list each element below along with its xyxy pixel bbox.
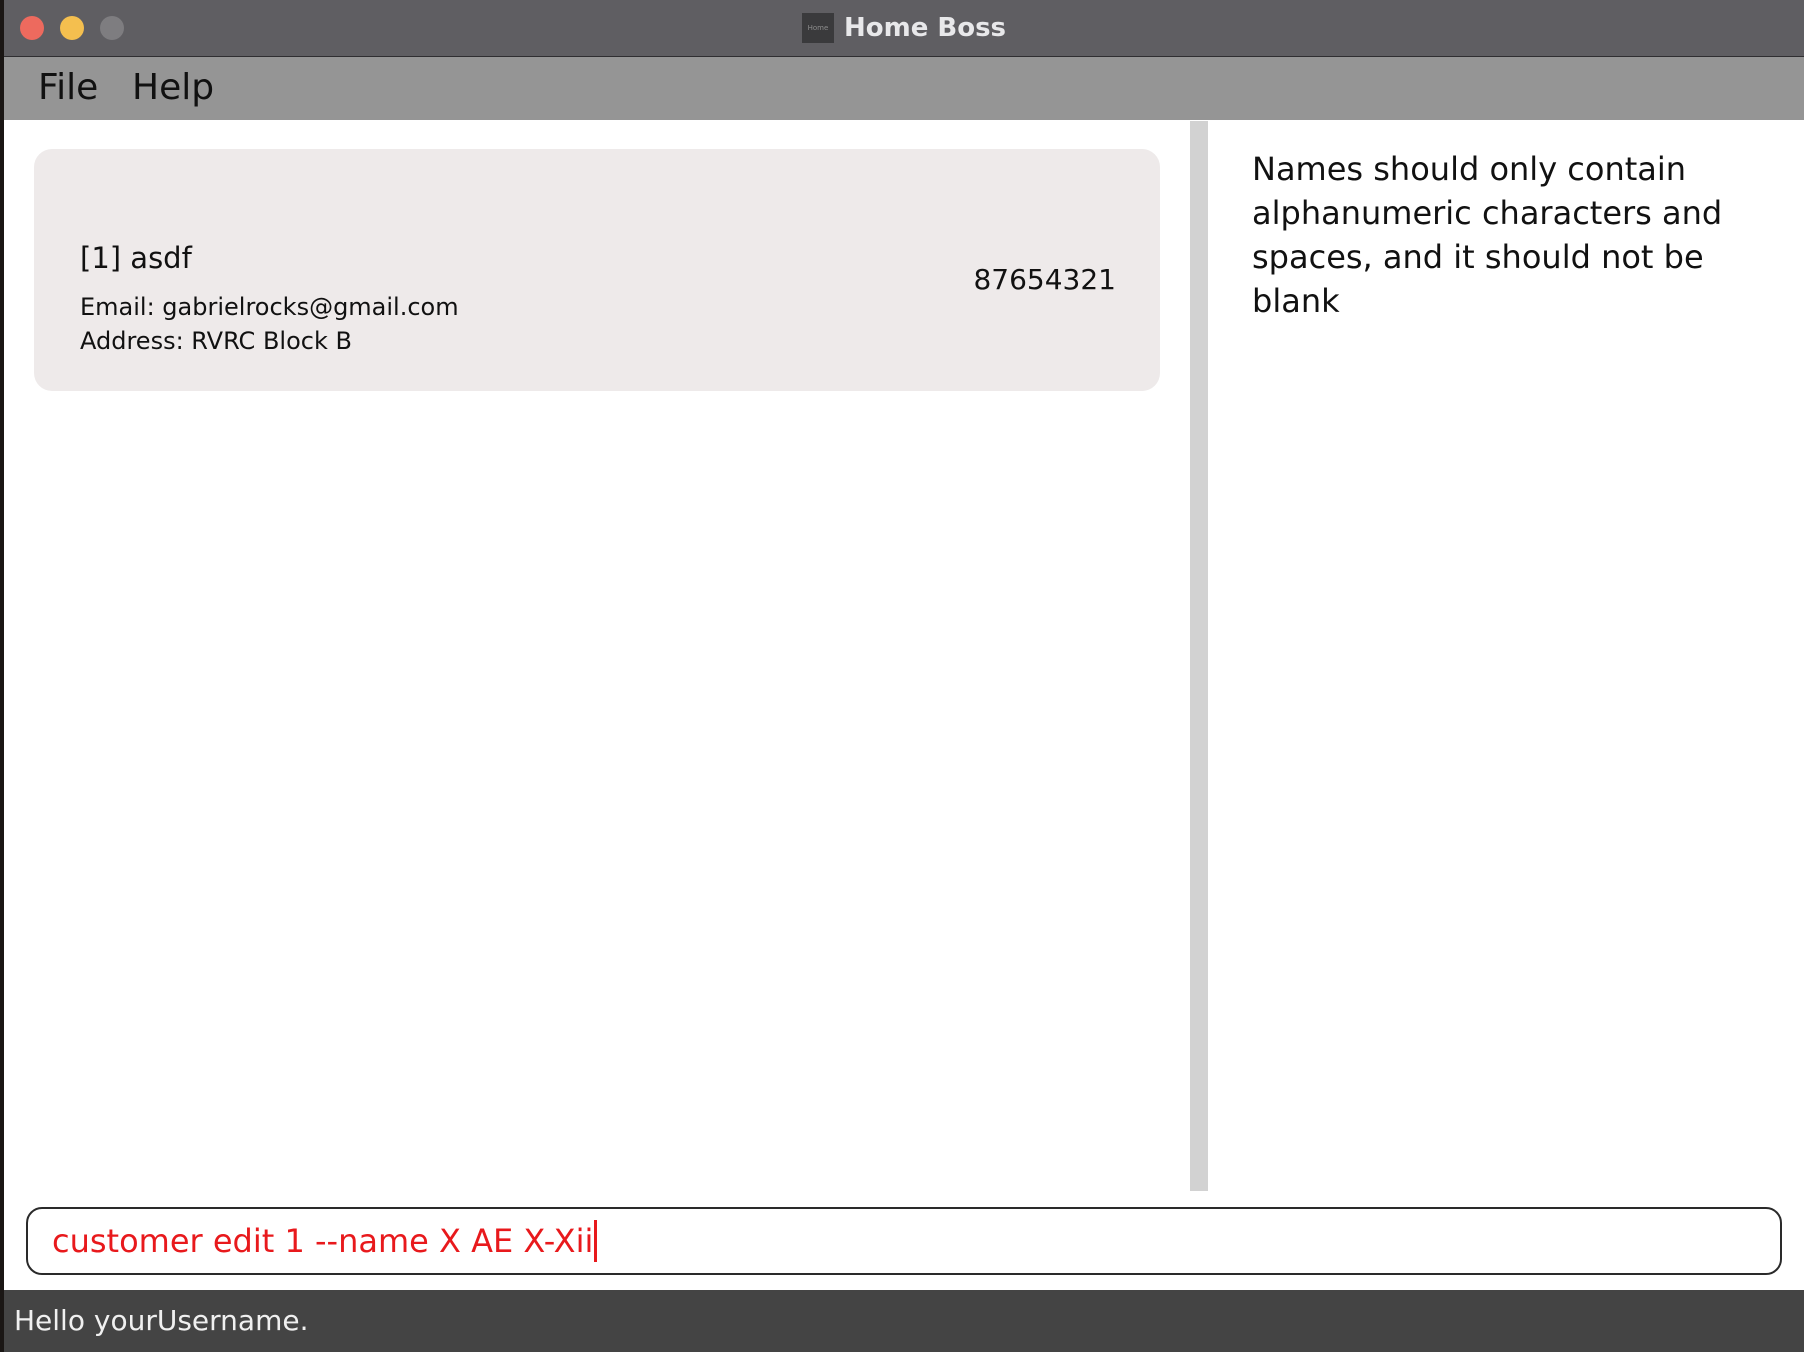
app-logo-icon: Home bbox=[801, 13, 834, 43]
customer-name: [1] asdf bbox=[80, 241, 192, 275]
customer-card[interactable]: [1] asdf Email: gabrielrocks@gmail.com A… bbox=[34, 149, 1160, 391]
customer-email: Email: gabrielrocks@gmail.com bbox=[80, 293, 459, 321]
title-bar[interactable]: Home Home Boss bbox=[4, 0, 1804, 57]
window-title: Home Boss bbox=[843, 13, 1007, 43]
text-cursor bbox=[594, 1220, 598, 1262]
result-message: Names should only contain alphanumeric c… bbox=[1252, 150, 1723, 320]
menu-file[interactable]: File bbox=[38, 67, 98, 108]
command-input[interactable]: customer edit 1 --name X AE X-Xii bbox=[26, 1207, 1782, 1275]
menu-bar: File Help bbox=[4, 57, 1804, 120]
app-window: Home Home Boss File Help [1] asdf Email:… bbox=[4, 0, 1804, 1352]
result-display-panel: Names should only contain alphanumeric c… bbox=[1208, 121, 1784, 1191]
split-pane-divider[interactable] bbox=[1190, 121, 1208, 1191]
status-message: Hello yourUsername. bbox=[14, 1304, 309, 1337]
command-text: customer edit 1 --name X AE X-Xii bbox=[52, 1222, 594, 1260]
menu-help[interactable]: Help bbox=[132, 67, 214, 108]
status-bar: Hello yourUsername. bbox=[4, 1290, 1804, 1352]
title-wrap: Home Home Boss bbox=[4, 0, 1804, 56]
customer-phone: 87654321 bbox=[973, 263, 1116, 296]
customer-address: Address: RVRC Block B bbox=[80, 327, 352, 355]
customer-list-panel[interactable]: [1] asdf Email: gabrielrocks@gmail.com A… bbox=[4, 121, 1188, 1191]
